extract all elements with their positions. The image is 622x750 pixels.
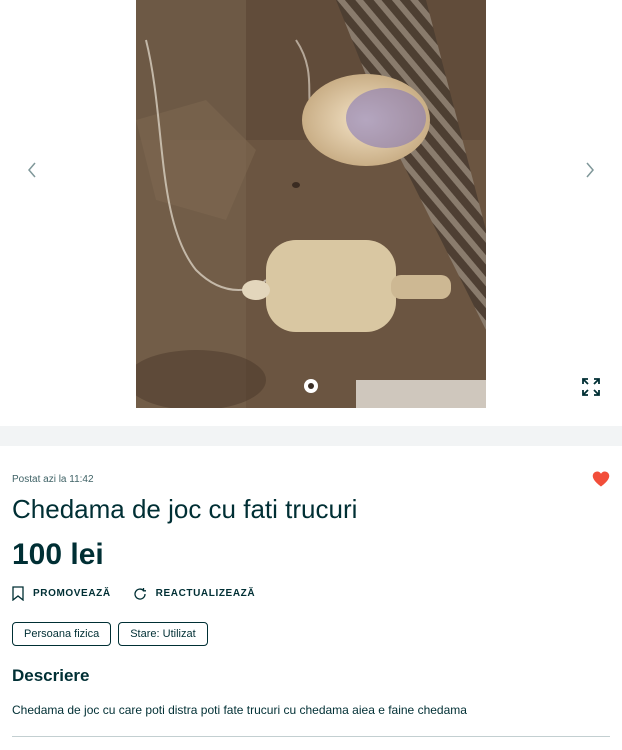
listing-photo[interactable]: [136, 0, 486, 408]
refresh-icon: [134, 587, 146, 600]
tag-seller-type[interactable]: Persoana fizica: [12, 622, 112, 646]
refresh-label: REACTUALIZEAZĂ: [155, 588, 256, 599]
next-image-button[interactable]: [576, 154, 604, 186]
section-divider: [0, 426, 622, 446]
description-text: Chedama de joc cu care poti distra poti …: [12, 703, 467, 717]
tag-condition[interactable]: Stare: Utilizat: [118, 622, 208, 646]
chevron-right-icon: [586, 162, 594, 178]
posted-date: Postat azi la 11:42: [12, 474, 94, 485]
bookmark-icon: [12, 586, 24, 601]
active-dot: [308, 383, 314, 389]
promote-label: PROMOVEAZĂ: [33, 588, 111, 599]
expand-icon: [582, 378, 600, 396]
listing-tags: Persoana fizica Stare: Utilizat: [12, 622, 215, 646]
refresh-button[interactable]: REACTUALIZEAZĂ: [133, 587, 256, 601]
listing-actions: PROMOVEAZĂ REACTUALIZEAZĂ: [12, 586, 277, 601]
description-heading: Descriere: [12, 666, 90, 685]
listing-price: 100 lei: [12, 538, 104, 571]
divider-line: [12, 736, 610, 737]
listing-title: Chedama de joc cu fati trucuri: [12, 494, 358, 524]
prev-image-button[interactable]: [18, 154, 46, 186]
promote-button[interactable]: PROMOVEAZĂ: [12, 586, 111, 601]
chevron-left-icon: [28, 162, 36, 178]
fullscreen-button[interactable]: [578, 374, 604, 400]
image-gallery: [0, 0, 622, 426]
heart-icon[interactable]: [592, 470, 610, 488]
image-pagination-dot[interactable]: [304, 379, 318, 393]
